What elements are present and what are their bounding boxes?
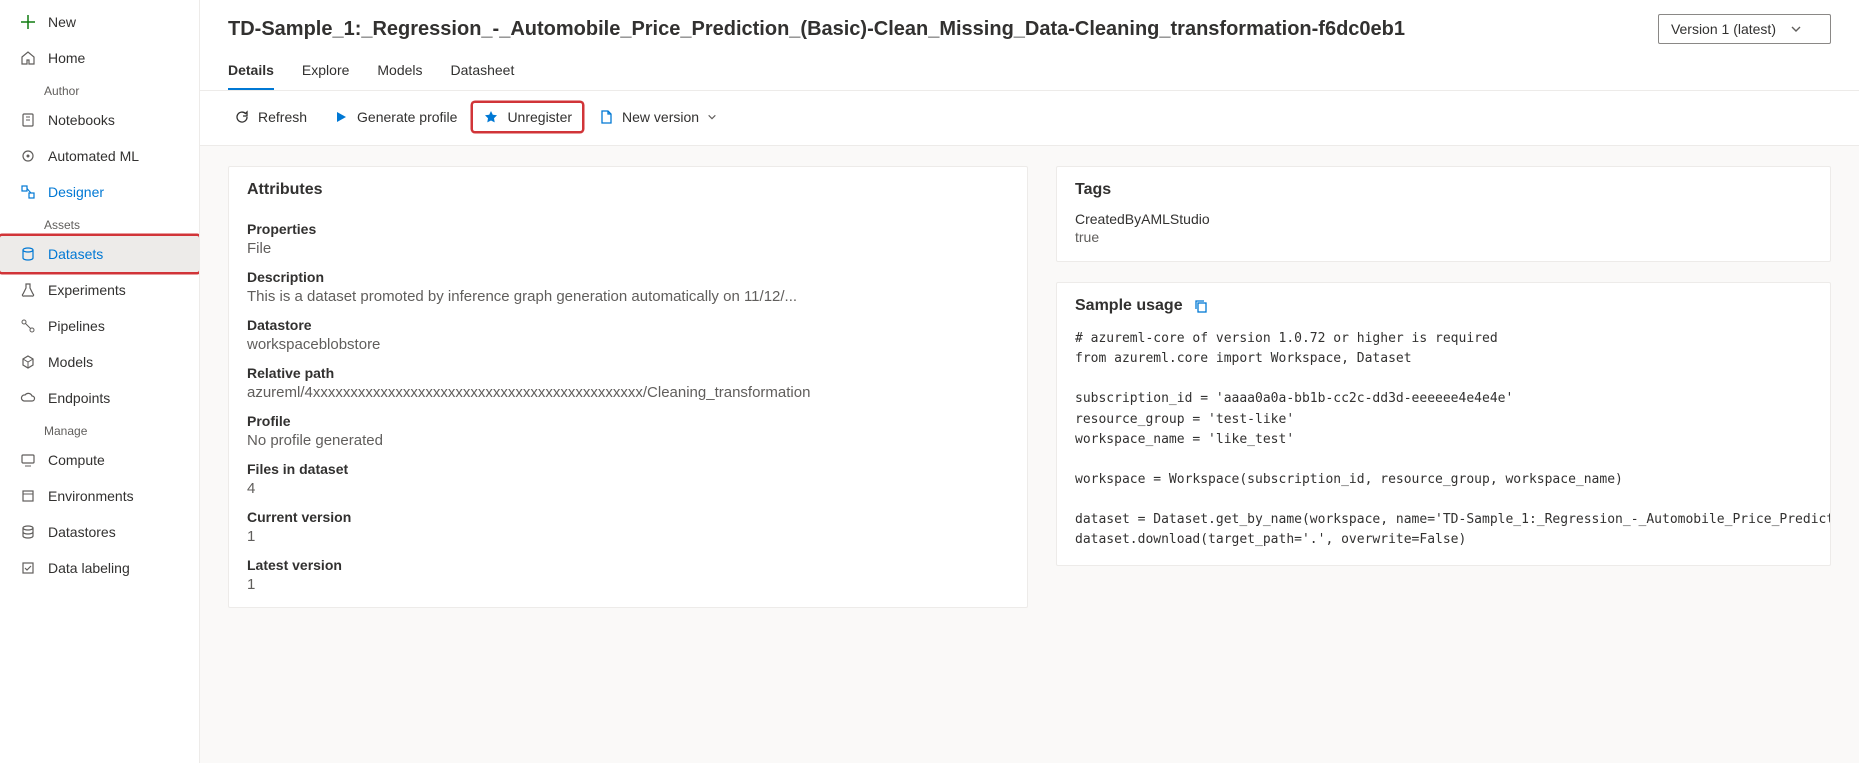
attr-latest-version-value: 1 xyxy=(247,573,1009,593)
automl-icon xyxy=(20,148,36,164)
sidebar-item-label: Datasets xyxy=(48,246,103,262)
tag-key: CreatedByAMLStudio xyxy=(1075,209,1812,229)
environment-icon xyxy=(20,488,36,504)
header-row: TD-Sample_1:_Regression_-_Automobile_Pri… xyxy=(200,0,1859,44)
sidebar-item-label: Designer xyxy=(48,184,104,200)
tab-details[interactable]: Details xyxy=(228,62,274,90)
flask-icon xyxy=(20,282,36,298)
tag-value: true xyxy=(1075,229,1812,247)
attr-relative-path-value: azureml/4xxxxxxxxxxxxxxxxxxxxxxxxxxxxxxx… xyxy=(247,381,1009,401)
attr-current-version-value: 1 xyxy=(247,525,1009,545)
content-area: Attributes Properties File Description T… xyxy=(200,146,1859,763)
main-content: TD-Sample_1:_Regression_-_Automobile_Pri… xyxy=(200,0,1859,763)
sidebar-section-assets: Assets xyxy=(0,210,199,236)
toolbar: Refresh Generate profile Unregister New … xyxy=(200,91,1859,146)
home-icon xyxy=(20,50,36,66)
star-icon xyxy=(483,109,499,125)
sidebar-item-data-labeling[interactable]: Data labeling xyxy=(0,550,199,586)
sidebar-item-designer[interactable]: Designer xyxy=(0,174,199,210)
sidebar-section-author: Author xyxy=(0,76,199,102)
copy-icon[interactable] xyxy=(1193,298,1209,314)
attr-current-version-label: Current version xyxy=(247,497,1009,525)
sidebar-item-notebooks[interactable]: Notebooks xyxy=(0,102,199,138)
sidebar-item-label: Endpoints xyxy=(48,390,110,406)
cube-icon xyxy=(20,354,36,370)
attr-latest-version-label: Latest version xyxy=(247,545,1009,573)
sidebar-item-label: Models xyxy=(48,354,93,370)
generate-profile-label: Generate profile xyxy=(357,109,457,125)
attr-files-label: Files in dataset xyxy=(247,449,1009,477)
notebook-icon xyxy=(20,112,36,128)
sidebar-item-new[interactable]: New xyxy=(0,4,199,40)
sidebar-item-label: Pipelines xyxy=(48,318,105,334)
sample-usage-title: Sample usage xyxy=(1075,297,1183,315)
attr-properties-value: File xyxy=(247,237,1009,257)
attr-profile-label: Profile xyxy=(247,401,1009,429)
sidebar-item-datasets[interactable]: Datasets xyxy=(0,236,199,272)
datastore-icon xyxy=(20,524,36,540)
attributes-header: Attributes xyxy=(229,167,1027,209)
attributes-panel: Attributes Properties File Description T… xyxy=(228,166,1028,608)
tabs: Details Explore Models Datasheet xyxy=(200,44,1859,91)
attr-datastore-value: workspaceblobstore xyxy=(247,333,1009,353)
attr-profile-value: No profile generated xyxy=(247,429,1009,449)
sidebar-item-label: Datastores xyxy=(48,524,116,540)
refresh-button[interactable]: Refresh xyxy=(224,103,317,131)
tags-header: Tags xyxy=(1057,167,1830,209)
sidebar: New Home Author Notebooks Automated ML D… xyxy=(0,0,200,763)
attr-files-value: 4 xyxy=(247,477,1009,497)
sidebar-item-models[interactable]: Models xyxy=(0,344,199,380)
sample-usage-header: Sample usage xyxy=(1057,283,1830,325)
tab-explore[interactable]: Explore xyxy=(302,62,349,90)
sidebar-item-label: Compute xyxy=(48,452,105,468)
tags-panel: Tags CreatedByAMLStudio true xyxy=(1056,166,1831,262)
attr-datastore-label: Datastore xyxy=(247,305,1009,333)
sidebar-item-automated-ml[interactable]: Automated ML xyxy=(0,138,199,174)
sidebar-item-endpoints[interactable]: Endpoints xyxy=(0,380,199,416)
attr-description-label: Description xyxy=(247,257,1009,285)
page-title: TD-Sample_1:_Regression_-_Automobile_Pri… xyxy=(228,18,1405,41)
version-selector-label: Version 1 (latest) xyxy=(1671,21,1776,37)
attr-relative-path-label: Relative path xyxy=(247,353,1009,381)
sidebar-item-label: Experiments xyxy=(48,282,126,298)
new-version-button[interactable]: New version xyxy=(588,103,727,131)
plus-icon xyxy=(20,14,36,30)
refresh-icon xyxy=(234,109,250,125)
sidebar-item-datastores[interactable]: Datastores xyxy=(0,514,199,550)
sidebar-item-environments[interactable]: Environments xyxy=(0,478,199,514)
new-version-icon xyxy=(598,109,614,125)
new-version-label: New version xyxy=(622,109,699,125)
version-selector[interactable]: Version 1 (latest) xyxy=(1658,14,1831,44)
tab-models[interactable]: Models xyxy=(377,62,422,90)
attr-description-value: This is a dataset promoted by inference … xyxy=(247,285,1009,305)
attr-properties-label: Properties xyxy=(247,209,1009,237)
pipeline-icon xyxy=(20,318,36,334)
play-icon xyxy=(333,109,349,125)
sample-usage-panel: Sample usage # azureml-core of version 1… xyxy=(1056,282,1831,566)
sidebar-item-label: New xyxy=(48,14,76,30)
chevron-down-icon xyxy=(1790,23,1802,35)
sidebar-item-label: Notebooks xyxy=(48,112,115,128)
unregister-button[interactable]: Unregister xyxy=(473,103,582,131)
compute-icon xyxy=(20,452,36,468)
generate-profile-button[interactable]: Generate profile xyxy=(323,103,467,131)
sample-usage-code[interactable]: # azureml-core of version 1.0.72 or high… xyxy=(1057,325,1830,565)
chevron-down-icon xyxy=(707,112,717,122)
sidebar-section-manage: Manage xyxy=(0,416,199,442)
designer-icon xyxy=(20,184,36,200)
cloud-icon xyxy=(20,390,36,406)
sidebar-item-label: Data labeling xyxy=(48,560,130,576)
sidebar-item-label: Automated ML xyxy=(48,148,139,164)
sidebar-item-pipelines[interactable]: Pipelines xyxy=(0,308,199,344)
refresh-label: Refresh xyxy=(258,109,307,125)
sidebar-item-label: Home xyxy=(48,50,85,66)
unregister-label: Unregister xyxy=(507,109,572,125)
sidebar-item-label: Environments xyxy=(48,488,134,504)
label-icon xyxy=(20,560,36,576)
sidebar-item-home[interactable]: Home xyxy=(0,40,199,76)
tab-datasheet[interactable]: Datasheet xyxy=(451,62,515,90)
sidebar-item-compute[interactable]: Compute xyxy=(0,442,199,478)
datasets-icon xyxy=(20,246,36,262)
sidebar-item-experiments[interactable]: Experiments xyxy=(0,272,199,308)
